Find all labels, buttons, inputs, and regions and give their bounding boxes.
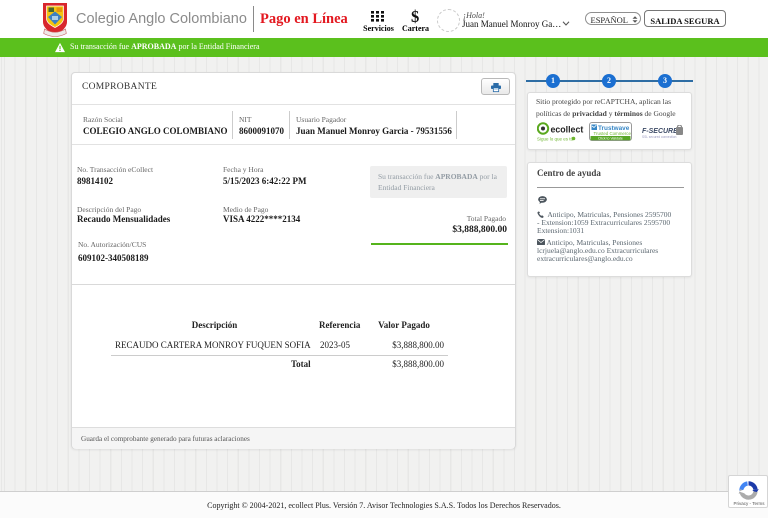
svg-text:Trusted Commerce: Trusted Commerce (594, 131, 632, 136)
svg-text:Sigue lo que es tú: Sigue lo que es tú (537, 137, 574, 142)
svg-text:SSL secured connection: SSL secured connection (642, 135, 677, 139)
svg-text:Click to Validate: Click to Validate (598, 136, 623, 140)
svg-text:ecollect: ecollect (551, 125, 584, 135)
svg-text:F-SECURE: F-SECURE (642, 128, 678, 135)
